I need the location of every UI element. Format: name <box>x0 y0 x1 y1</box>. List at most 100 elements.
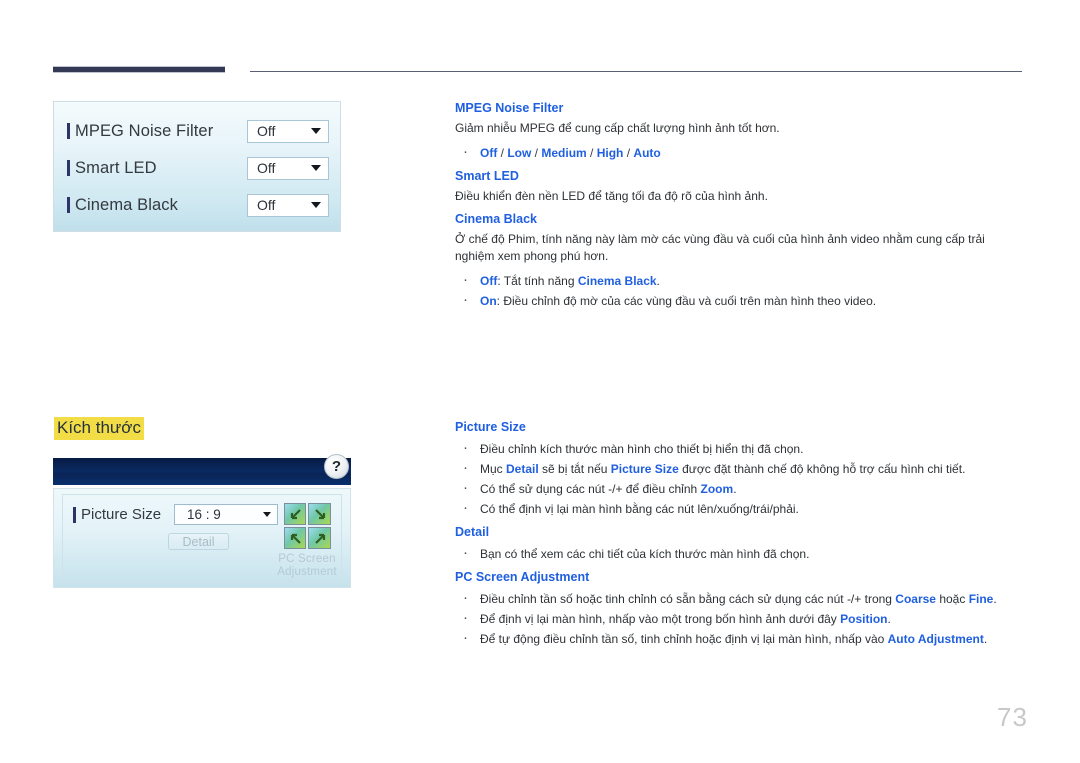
pcsa-label-line1: PC Screen <box>278 553 336 565</box>
list-item: On: Điều chỉnh độ mờ của các vùng đầu và… <box>455 290 1025 311</box>
picture-options-panel: MPEG Noise Filter Off Smart LED Off Cine… <box>53 101 341 232</box>
chevron-down-icon <box>311 128 321 134</box>
section-heading: Detail <box>455 525 490 539</box>
position-cell-top-left[interactable] <box>283 503 306 525</box>
pc-screen-adjustment-list: Điều chỉnh tần số hoặc tinh chỉnh có sẵn… <box>455 588 1025 649</box>
section-pc-screen-adjustment: PC Screen Adjustment Điều chỉnh tần số h… <box>455 569 1025 649</box>
inline-link: Coarse <box>895 592 936 606</box>
list-item: Điều chỉnh tần số hoặc tinh chỉnh có sẵn… <box>455 588 1025 609</box>
bullet-marker-icon <box>67 160 70 176</box>
section-paragraph: Giảm nhiễu MPEG để cung cấp chất lượng h… <box>455 121 780 135</box>
inline-link: Detail <box>506 462 539 476</box>
setting-label: Cinema Black <box>75 195 178 214</box>
option-separator: / <box>586 146 597 160</box>
inline-link: Auto Adjustment <box>887 632 984 646</box>
bullet-text-post: . <box>733 482 737 496</box>
bullet-text-mid: sẽ bị tắt nếu <box>538 462 611 476</box>
list-item: Off / Low / Medium / High / Auto <box>455 142 1025 163</box>
picture-size-panel: ? Picture Size 16 : 9 Detail PC Screen A… <box>53 454 351 588</box>
section-picture-size: Picture Size Điều chỉnh kích thước màn h… <box>455 419 1025 519</box>
page-number: 73 <box>997 702 1028 732</box>
section-heading: Cinema Black <box>455 212 537 226</box>
inline-link: Zoom <box>700 482 734 496</box>
header-accent-bar <box>53 66 225 73</box>
list-item: Điều chỉnh kích thước màn hình cho thiết… <box>455 438 1025 459</box>
list-item: Mục Detail sẽ bị tắt nếu Picture Size đư… <box>455 458 1025 479</box>
bullet-text-post: được đặt thành chế độ không hỗ trợ cấu h… <box>678 462 966 476</box>
section-cinema-black: Cinema Black Ở chế độ Phim, tính năng nà… <box>455 211 1025 311</box>
option-value: High <box>596 146 624 160</box>
position-cell-bottom-right[interactable] <box>308 527 331 549</box>
option-separator: / <box>623 146 634 160</box>
option-value: Off <box>480 274 498 288</box>
pc-screen-adjustment-label: PC Screen Adjustment <box>276 553 338 579</box>
option-value: Low <box>507 146 532 160</box>
bullet-text: Điều chỉnh kích thước màn hình cho thiết… <box>480 442 804 456</box>
bullet-text-post: . <box>983 632 988 646</box>
inline-link: Picture Size <box>610 462 679 476</box>
bullet-text: : Điều chỉnh độ mờ của các vùng đầu và c… <box>496 294 877 308</box>
help-icon[interactable]: ? <box>324 454 349 479</box>
dropdown-picture-size[interactable]: 16 : 9 <box>174 504 278 525</box>
section-heading: MPEG Noise Filter <box>455 101 564 115</box>
bullet-text: Có thể định vị lại màn hình bằng các nút… <box>480 502 799 516</box>
section-detail: Detail Bạn có thể xem các chi tiết của k… <box>455 524 1025 564</box>
picture-size-list: Điều chỉnh kích thước màn hình cho thiết… <box>455 438 1025 519</box>
section-heading: PC Screen Adjustment <box>455 570 590 584</box>
option-value: Medium <box>541 146 587 160</box>
dropdown-cinema-black[interactable]: Off <box>247 193 329 217</box>
pcsa-label-line2: Adjustment <box>277 566 337 578</box>
chevron-down-icon <box>263 512 271 517</box>
bullet-text-mid: hoặc <box>935 592 969 606</box>
bullet-marker-icon <box>67 197 70 213</box>
section-heading: Picture Size <box>455 420 526 434</box>
bullet-marker-icon <box>73 506 76 523</box>
list-item: Có thể định vị lại màn hình bằng các nút… <box>455 498 1025 519</box>
section-heading: Smart LED <box>455 169 519 183</box>
section-paragraph: Điều khiển đèn nền LED để tăng tối đa độ… <box>455 189 768 203</box>
page-section-title: Kích thước <box>54 417 144 441</box>
setting-row-picture-size[interactable]: Picture Size 16 : 9 <box>73 504 278 525</box>
bullet-text: : Tắt tính năng <box>497 274 578 288</box>
inline-link: Fine <box>968 592 994 606</box>
setting-row-cinema-black[interactable]: Cinema Black Off <box>67 190 329 220</box>
pc-screen-adjustment-control[interactable]: PC Screen Adjustment <box>276 503 338 579</box>
bullet-marker-icon <box>67 123 70 139</box>
setting-label: Smart LED <box>75 158 157 177</box>
list-item: Để định vị lại màn hình, nhấp vào một tr… <box>455 608 1025 629</box>
chevron-down-icon <box>311 202 321 208</box>
setting-label: MPEG Noise Filter <box>75 121 214 140</box>
option-separator: / <box>497 146 508 160</box>
detail-button[interactable]: Detail <box>168 533 229 550</box>
dropdown-value: Off <box>257 197 276 213</box>
list-item: Để tự động điều chỉnh tần số, tinh chỉnh… <box>455 628 1025 649</box>
dropdown-smart-led[interactable]: Off <box>247 156 329 180</box>
bullet-text-pre: Có thể sử dụng các nút -/+ để điều chỉnh <box>480 482 701 496</box>
setting-row-smart-led[interactable]: Smart LED Off <box>67 153 329 183</box>
dropdown-mpeg-noise-filter[interactable]: Off <box>247 119 329 143</box>
position-cell-top-right[interactable] <box>308 503 331 525</box>
bullet-text-post: . <box>887 612 891 626</box>
options-list: Off / Low / Medium / High / Auto <box>455 142 1025 163</box>
list-item: Có thể sử dụng các nút -/+ để điều chỉnh… <box>455 478 1025 499</box>
panel-inner-frame: Picture Size 16 : 9 Detail PC Screen Adj… <box>62 494 342 582</box>
section-mpeg-noise-filter: MPEG Noise Filter Giảm nhiễu MPEG để cun… <box>455 100 1025 163</box>
position-cell-bottom-left[interactable] <box>283 527 306 549</box>
panel-titlebar <box>53 458 351 485</box>
inline-link: Cinema Black <box>577 274 657 288</box>
bullet-text-pre: Mục <box>480 462 507 476</box>
content-column-upper: MPEG Noise Filter Giảm nhiễu MPEG để cun… <box>455 100 1025 316</box>
bullet-text-tail: . <box>656 274 660 288</box>
dropdown-value: 16 : 9 <box>187 507 221 522</box>
option-value: Off <box>480 146 498 160</box>
position-grid-icon[interactable] <box>283 503 331 549</box>
setting-row-mpeg-noise-filter[interactable]: MPEG Noise Filter Off <box>67 116 329 146</box>
chevron-down-icon <box>311 165 321 171</box>
bullet-text: Bạn có thể xem các chi tiết của kích thư… <box>480 547 810 561</box>
content-column-lower: Picture Size Điều chỉnh kích thước màn h… <box>455 419 1025 654</box>
bullet-text-pre: Để định vị lại màn hình, nhấp vào một tr… <box>480 612 841 626</box>
section-smart-led: Smart LED Điều khiển đèn nền LED để tăng… <box>455 168 1025 205</box>
panel-body: Picture Size 16 : 9 Detail PC Screen Adj… <box>53 488 351 588</box>
header-divider-line <box>250 71 1022 72</box>
bullet-text-pre: Điều chỉnh tần số hoặc tinh chỉnh có sẵn… <box>480 592 896 606</box>
